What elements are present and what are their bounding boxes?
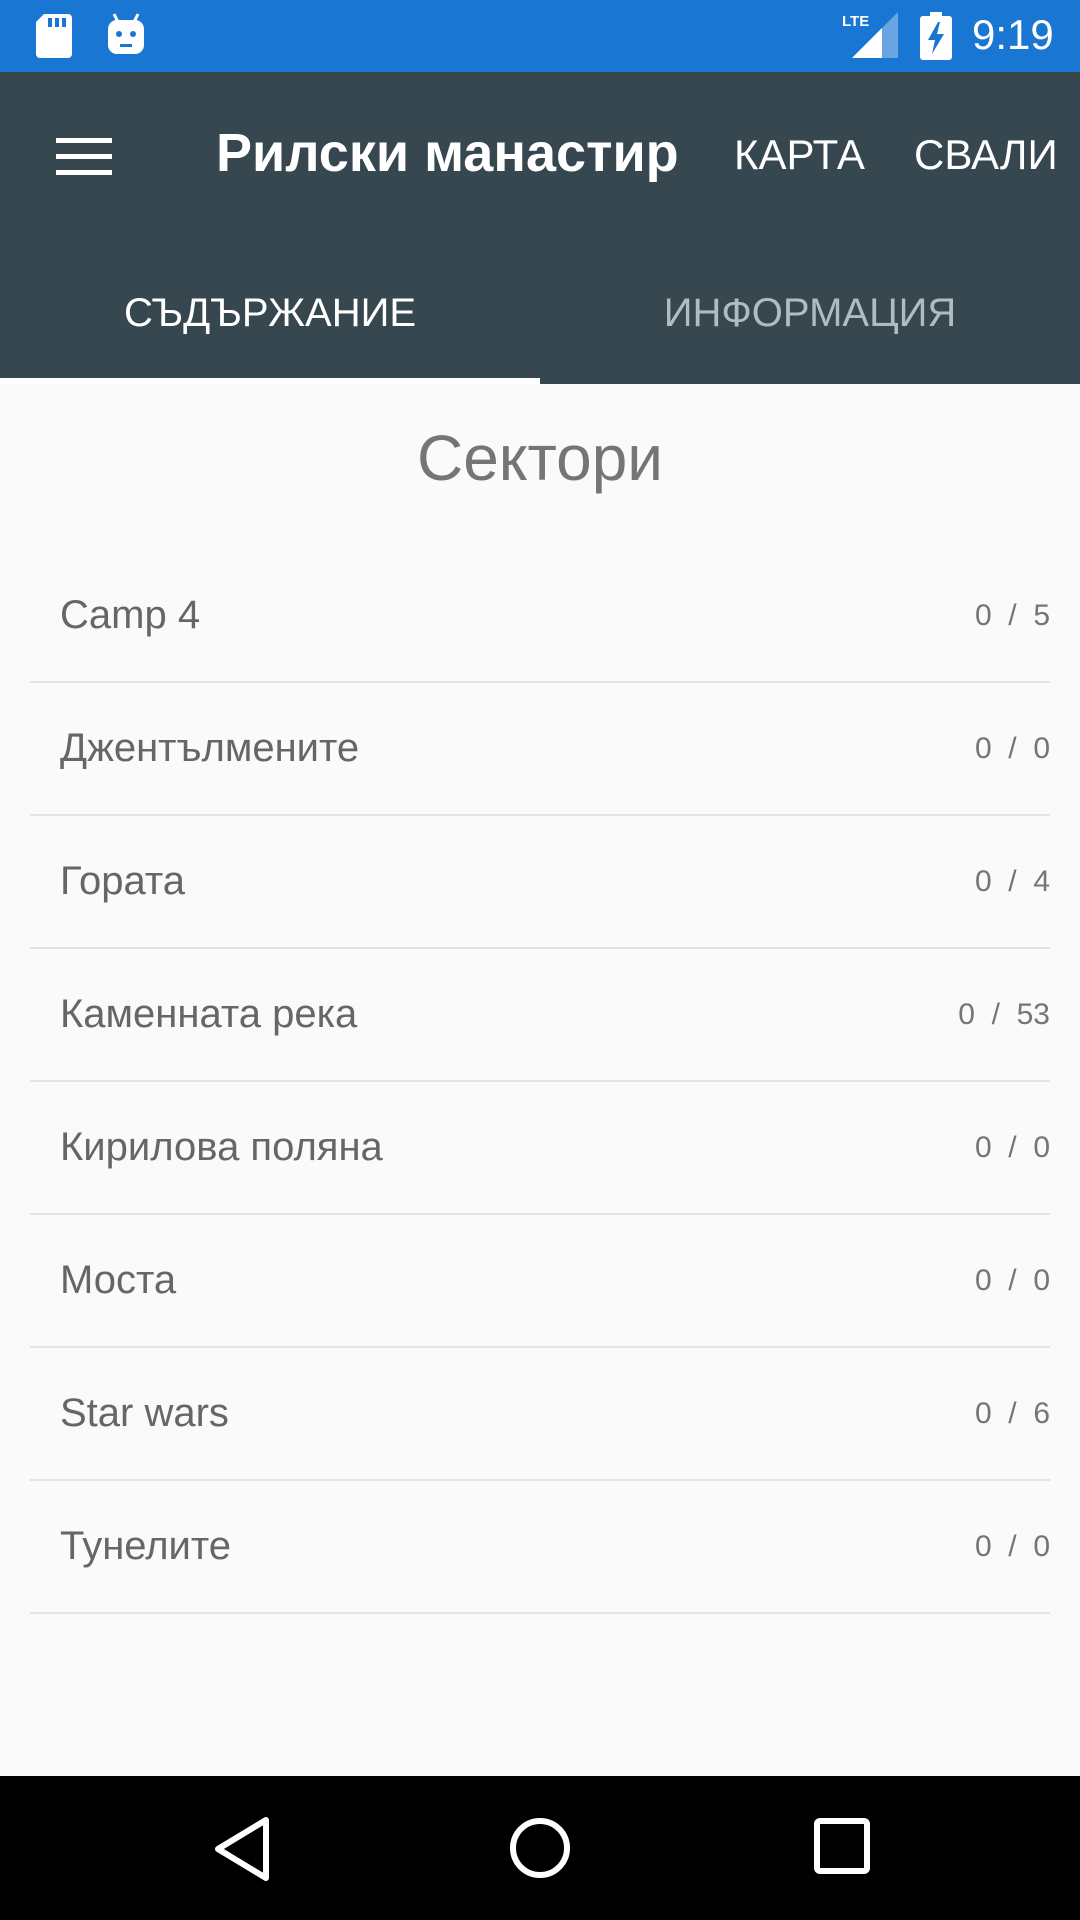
back-icon[interactable]: [212, 1816, 272, 1882]
section-title: Сектори: [416, 422, 664, 494]
android-debug-icon: [108, 13, 144, 54]
map-button[interactable]: КАРТА: [734, 130, 865, 180]
sector-name: Моста: [60, 1258, 177, 1302]
tab-contents[interactable]: СЪДЪРЖАНИЕ: [0, 234, 540, 384]
sector-count: 0 / 0: [974, 732, 1050, 765]
sector-list: Camp 4 0 / 5 Джентълмените 0 / 0 Гората …: [30, 550, 1050, 1614]
status-clock: 9:19: [972, 11, 1054, 58]
sector-name: Camp 4: [60, 593, 201, 637]
tab-indicator: [0, 378, 540, 384]
sector-row[interactable]: Гората 0 / 4: [30, 816, 1050, 949]
sector-row[interactable]: Camp 4 0 / 5: [30, 550, 1050, 683]
sector-count: 0 / 0: [974, 1264, 1050, 1297]
sector-row[interactable]: Джентълмените 0 / 0: [30, 683, 1050, 816]
sector-count: 0 / 5: [974, 599, 1050, 632]
battery-charging-icon: [920, 12, 952, 60]
svg-text:LTE: LTE: [842, 13, 869, 30]
sector-name: Гората: [60, 859, 185, 903]
recents-icon[interactable]: [814, 1818, 870, 1874]
sector-name: Star wars: [60, 1391, 229, 1435]
tab-information[interactable]: ИНФОРМАЦИЯ: [540, 234, 1080, 384]
sector-row[interactable]: Тунелите 0 / 0: [30, 1481, 1050, 1614]
sector-row[interactable]: Каменната река 0 / 53: [30, 949, 1050, 1082]
sector-count: 0 / 4: [974, 865, 1050, 898]
lte-signal-icon: LTE: [842, 12, 898, 58]
sector-name: Джентълмените: [60, 726, 360, 770]
hamburger-menu-icon[interactable]: [56, 136, 112, 176]
sector-count: 0 / 0: [974, 1530, 1050, 1563]
sector-name: Кирилова поляна: [60, 1125, 383, 1169]
system-nav-bar: [0, 1776, 1080, 1920]
tab-bar: СЪДЪРЖАНИЕ ИНФОРМАЦИЯ: [0, 234, 1080, 384]
download-button[interactable]: СВАЛИ: [914, 130, 1058, 180]
sector-row[interactable]: Моста 0 / 0: [30, 1215, 1050, 1348]
status-bar: LTE 9:19: [0, 0, 1080, 72]
sector-row[interactable]: Star wars 0 / 6: [30, 1348, 1050, 1481]
sector-name: Каменната река: [60, 992, 358, 1036]
sd-card-icon: [36, 14, 72, 58]
sector-row[interactable]: Кирилова поляна 0 / 0: [30, 1082, 1050, 1215]
page-title: Рилски манастир: [216, 123, 679, 183]
sector-count: 0 / 6: [974, 1397, 1050, 1430]
sector-name: Тунелите: [60, 1524, 231, 1568]
app-bar: Рилски манастир КАРТА СВАЛИ: [0, 72, 1080, 234]
home-icon[interactable]: [508, 1816, 572, 1880]
sector-count: 0 / 53: [958, 998, 1050, 1031]
sector-count: 0 / 0: [974, 1131, 1050, 1164]
